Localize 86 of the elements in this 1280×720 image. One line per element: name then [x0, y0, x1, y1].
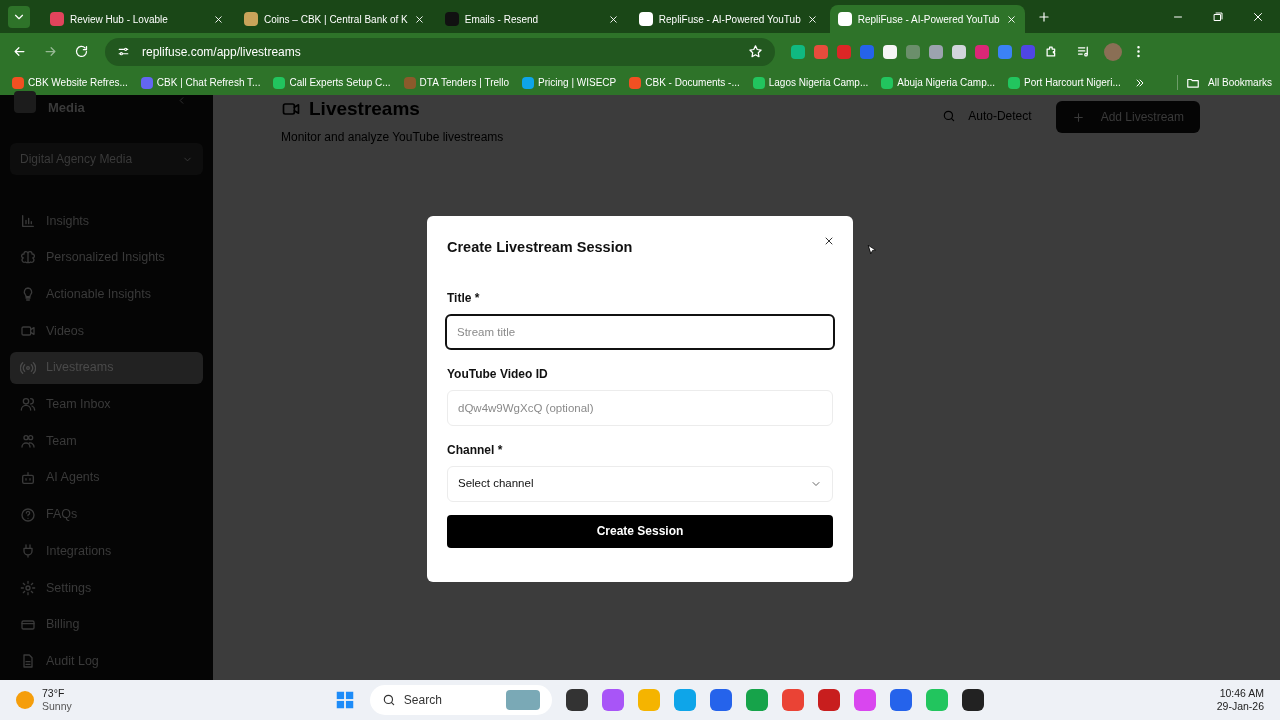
help-icon	[20, 506, 36, 523]
brain-icon	[20, 249, 36, 266]
gear-icon	[20, 579, 36, 596]
new-tab-icon[interactable]	[1036, 9, 1051, 24]
bookmark[interactable]: Port Harcourt Nigeri...	[1004, 71, 1125, 94]
favicon-icon	[50, 12, 64, 26]
media-icon[interactable]	[1076, 44, 1091, 59]
field-label: Title *	[447, 289, 481, 307]
tab-title: Emails - Resend	[464, 12, 540, 27]
address-bar[interactable]: replifuse.com/app/livestreams	[105, 37, 775, 66]
site-info-icon[interactable]	[117, 45, 130, 58]
tab-title: RepliFuse - AI-Powered YouTub	[857, 12, 1000, 27]
create-session-button[interactable]: Create Session	[447, 514, 833, 548]
page-title: Livestreams	[309, 97, 420, 121]
users-icon	[20, 433, 36, 450]
taskbar-search[interactable]: Search	[369, 685, 552, 715]
extension-icon[interactable]	[952, 44, 966, 59]
favicon-icon	[444, 12, 459, 26]
close-icon[interactable]	[213, 13, 224, 25]
bookmark-icon	[752, 76, 765, 89]
bookmark-icon	[522, 76, 535, 89]
clock-date: 29-Jan-26	[1216, 700, 1264, 713]
bookmark[interactable]: Call Experts Setup C...	[269, 71, 395, 94]
search-icon	[942, 109, 957, 123]
bookmark[interactable]: Pricing | WISECP	[518, 71, 621, 94]
close-icon[interactable]	[823, 235, 835, 247]
bookmark-icon	[273, 76, 286, 89]
logo-icon	[14, 91, 36, 113]
close-icon[interactable]	[1252, 10, 1264, 23]
browser-tab[interactable]: RepliFuse - AI-Powered YouTub	[630, 5, 826, 33]
extension-icon[interactable]	[929, 44, 943, 59]
input-field[interactable]: Stream title	[445, 313, 835, 350]
browser-tab[interactable]: RepliFuse - AI-Powered YouTub	[829, 5, 1025, 33]
cursor-icon	[866, 243, 878, 257]
user-icon	[20, 396, 36, 413]
restore-icon[interactable]	[1212, 10, 1224, 23]
app-icon[interactable]	[961, 689, 984, 711]
bookmark-icon	[12, 76, 24, 89]
back-icon[interactable]	[12, 44, 27, 59]
bookmark-icon	[140, 76, 153, 89]
tab-title: Review Hub - Lovable	[70, 12, 169, 27]
browser-tab[interactable]: Review Hub - Lovable	[42, 5, 232, 33]
radio-icon	[20, 359, 36, 376]
temperature: 73°F	[42, 687, 66, 700]
bot-icon	[20, 469, 36, 486]
extension-icon[interactable]	[883, 44, 897, 59]
tab-title: RepliFuse - AI-Powered YouTub	[658, 12, 801, 27]
page-subtitle: Monitor and analyze YouTube livestreams	[281, 128, 504, 146]
reload-icon[interactable]	[74, 44, 89, 59]
file-icon	[20, 653, 36, 670]
bookmark[interactable]: CBK | Chat Refresh T...	[136, 71, 265, 94]
bookmark-icon	[629, 76, 642, 89]
close-icon[interactable]	[806, 13, 818, 25]
bookmark[interactable]: Lagos Nigeria Camp...	[748, 71, 873, 94]
favicon-icon	[244, 12, 258, 26]
chart-icon	[20, 213, 36, 229]
sun-icon	[16, 691, 34, 709]
bookmark[interactable]: CBK Website Refres...	[8, 71, 132, 94]
bookmark-icon	[881, 76, 894, 89]
bookmark[interactable]: CBK - Documents -...	[625, 71, 744, 94]
bookmark[interactable]: DTA Tenders | Trello	[399, 71, 514, 94]
all-bookmarks-button[interactable]: All Bookmarks	[1177, 75, 1272, 90]
browser-tab[interactable]: Emails - Resend	[436, 5, 627, 33]
clock-time: 10:46 AM	[1219, 687, 1264, 700]
forward-icon[interactable]	[43, 44, 58, 59]
close-icon[interactable]	[413, 13, 425, 25]
field-label: YouTube Video ID	[447, 365, 549, 383]
tab-title: Coins – CBK | Central Bank of K	[264, 12, 408, 27]
bookmark-icon	[1008, 76, 1021, 89]
field-label: Channel *	[447, 441, 504, 459]
app-icon[interactable]	[565, 689, 588, 711]
favicon-icon	[638, 12, 653, 26]
dialog-title: Create Livestream Session	[447, 238, 634, 257]
bookmark-icon	[403, 76, 416, 89]
favicon-icon	[837, 12, 852, 26]
url-text: replifuse.com/app/livestreams	[142, 43, 302, 61]
plus-icon	[1071, 110, 1085, 124]
weather-text: Sunny	[42, 700, 72, 713]
search-icon	[381, 693, 396, 707]
plug-icon	[20, 543, 36, 560]
close-icon[interactable]	[607, 13, 619, 25]
star-icon[interactable]	[748, 44, 763, 59]
bookmark[interactable]: Abuja Nigeria Camp...	[877, 71, 1000, 94]
channel-select[interactable]: Select channel	[447, 465, 833, 502]
extension-icon[interactable]	[791, 44, 805, 59]
browser-tab[interactable]: Coins – CBK | Central Bank of K	[236, 5, 433, 33]
